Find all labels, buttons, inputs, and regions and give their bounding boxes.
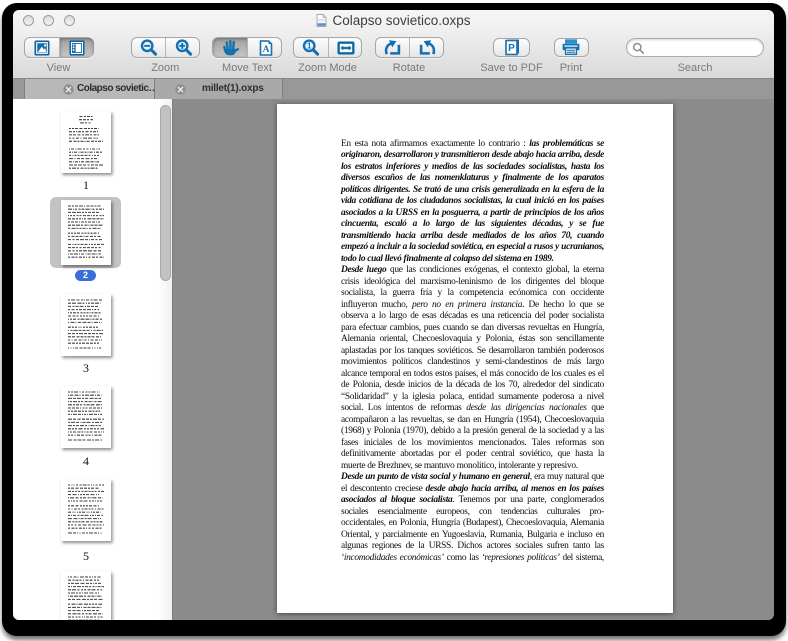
- svg-text:P: P: [508, 43, 515, 54]
- svg-text:A: A: [262, 45, 269, 55]
- svg-text:1: 1: [307, 41, 312, 50]
